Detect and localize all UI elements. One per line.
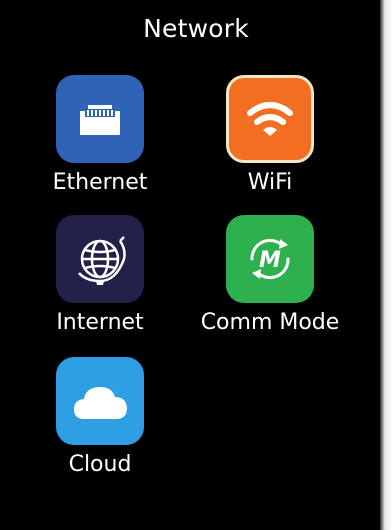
ethernet-label: Ethernet bbox=[52, 170, 148, 195]
comm-mode-label: Comm Mode bbox=[200, 310, 340, 335]
globe-icon bbox=[56, 215, 144, 303]
wifi-icon bbox=[226, 75, 314, 163]
comm-mode-icon: M bbox=[226, 215, 314, 303]
cloud-icon bbox=[56, 357, 144, 445]
cloud-label: Cloud bbox=[68, 452, 132, 477]
ethernet-port-icon bbox=[56, 75, 144, 163]
wifi-label: WiFi bbox=[247, 170, 293, 195]
page-title: Network bbox=[143, 14, 249, 43]
network-screen: Network Ethernet WiFi Internet M Comm Mo… bbox=[0, 0, 392, 530]
internet-label: Internet bbox=[56, 310, 144, 335]
svg-text:M: M bbox=[259, 248, 281, 273]
screen-edge bbox=[380, 0, 392, 530]
